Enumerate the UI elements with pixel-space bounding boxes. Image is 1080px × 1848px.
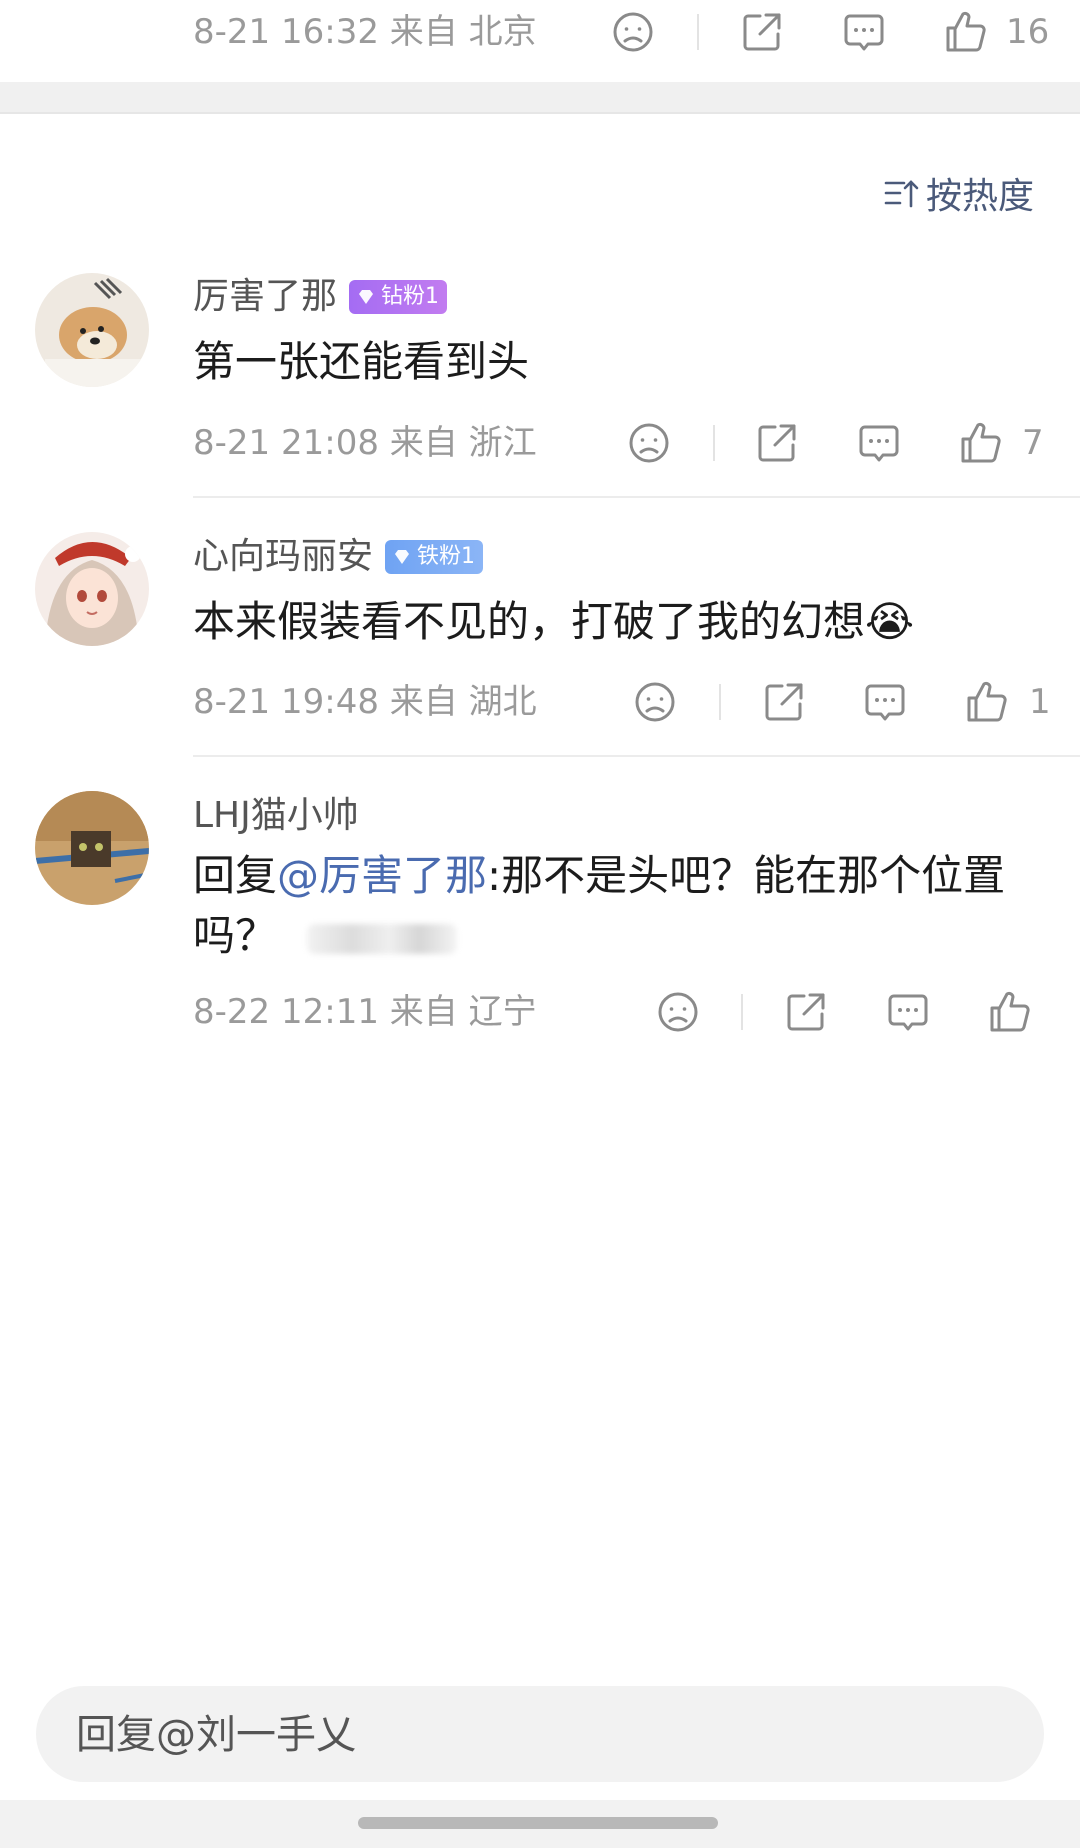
reply-input[interactable]: [74, 1686, 978, 1784]
section-divider: [0, 82, 1080, 114]
post-meta: 8-21 16:32 来自 北京: [193, 12, 537, 52]
divider: [713, 425, 715, 461]
comment-icon[interactable]: [861, 678, 909, 726]
thumbs-up-icon[interactable]: [957, 419, 1005, 467]
username-text[interactable]: 厉害了那: [193, 272, 337, 322]
comment-meta-row: 8-21 21:08 来自 浙江 7: [0, 413, 1080, 473]
share-icon[interactable]: [760, 678, 808, 726]
thumbs-up-icon[interactable]: [942, 8, 990, 56]
dislike-icon[interactable]: [631, 678, 679, 726]
share-icon[interactable]: [782, 988, 830, 1036]
comment-meta-row: 8-22 12:11 来自 辽宁: [0, 982, 1080, 1042]
reply-bar[interactable]: [36, 1686, 1044, 1784]
comment-icon[interactable]: [884, 988, 932, 1036]
comment-text[interactable]: 第一张还能看到头: [193, 332, 1033, 392]
sort-label: 按热度: [925, 176, 1034, 217]
dislike-icon[interactable]: [625, 419, 673, 467]
badge-label: 铁粉1: [417, 544, 476, 569]
comment-text[interactable]: 回复@厉害了那:那不是头吧？能在那个位置吗？: [193, 846, 1033, 966]
comment-meta: 8-22 12:11 来自 辽宁: [193, 992, 537, 1032]
comment-meta: 8-21 21:08 来自 浙江: [193, 423, 537, 463]
avatar[interactable]: [35, 791, 149, 905]
row-divider: [193, 755, 1080, 757]
avatar[interactable]: [35, 273, 149, 387]
thumbs-up-icon[interactable]: [986, 988, 1034, 1036]
like-count: 7: [1022, 423, 1044, 463]
dislike-icon[interactable]: [609, 8, 657, 56]
row-divider: [193, 496, 1080, 498]
comment-username[interactable]: LHJ猫小帅: [193, 791, 359, 841]
sort-button[interactable]: 按热度: [882, 168, 1034, 218]
like-count: 1: [1029, 682, 1051, 722]
comment-icon[interactable]: [855, 419, 903, 467]
home-indicator[interactable]: [358, 1817, 718, 1829]
fan-badge: 铁粉1: [385, 540, 484, 574]
diamond-icon: [395, 550, 410, 564]
comment-username[interactable]: 心向玛丽安 铁粉1: [193, 532, 484, 582]
mention-link[interactable]: @厉害了那: [277, 851, 487, 900]
blurred-region: [307, 923, 458, 954]
sort-icon: [884, 180, 919, 208]
reply-prefix: 回复: [193, 851, 278, 900]
crying-emoji-icon: 😭: [865, 597, 915, 646]
like-count: 16: [1006, 12, 1050, 52]
thumbs-up-icon[interactable]: [963, 678, 1011, 726]
comment-text-body: 本来假装看不见的，打破了我的幻想: [193, 597, 866, 646]
diamond-icon: [359, 290, 374, 304]
avatar[interactable]: [35, 532, 149, 646]
comment-meta: 8-21 19:48 来自 湖北: [193, 682, 537, 722]
share-icon[interactable]: [753, 419, 801, 467]
comment-icon[interactable]: [840, 8, 888, 56]
divider: [719, 684, 721, 720]
share-icon[interactable]: [738, 8, 786, 56]
badge-label: 钻粉1: [381, 284, 440, 309]
comment-meta-row: 8-21 19:48 来自 湖北 1: [0, 672, 1080, 732]
divider: [697, 14, 699, 50]
divider: [741, 994, 743, 1030]
post-meta-row: 8-21 16:32 来自 北京 16: [0, 2, 1080, 62]
comment-username[interactable]: 厉害了那 钻粉1: [193, 272, 448, 322]
username-text[interactable]: 心向玛丽安: [193, 532, 373, 582]
fan-badge: 钻粉1: [349, 280, 448, 314]
username-text[interactable]: LHJ猫小帅: [193, 791, 359, 841]
dislike-icon[interactable]: [654, 988, 702, 1036]
comment-text[interactable]: 本来假装看不见的，打破了我的幻想😭: [193, 592, 1033, 652]
